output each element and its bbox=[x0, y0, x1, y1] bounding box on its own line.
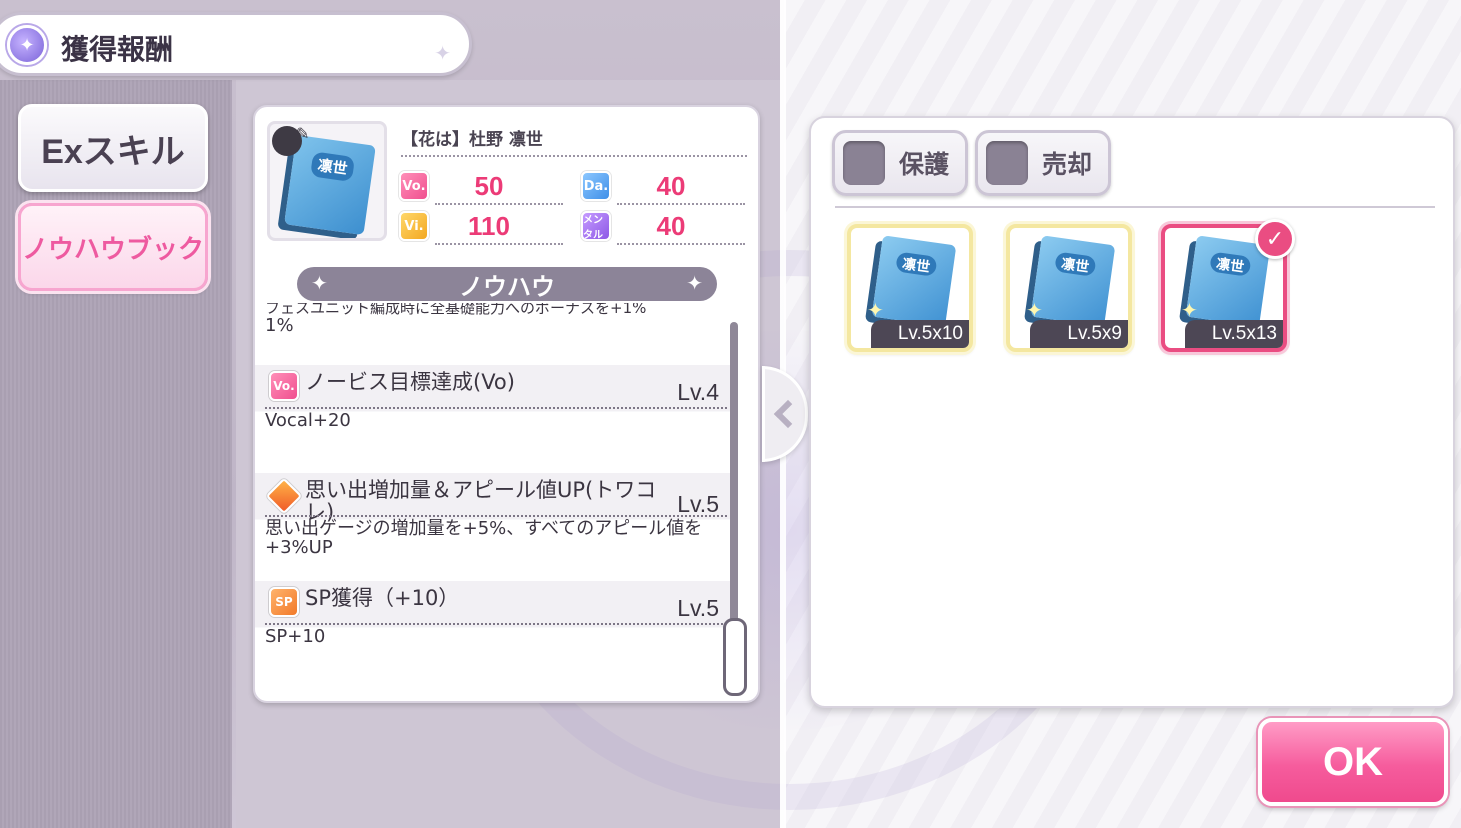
book-thumbnail: 凛世 ✎ bbox=[267, 121, 387, 241]
tab-knowhow-book[interactable]: ノウハウブック bbox=[18, 203, 208, 291]
book-cover-text: 凛世 bbox=[895, 251, 938, 277]
reward-icon: ✦ bbox=[7, 25, 47, 65]
pencil-icon[interactable]: ✎ bbox=[296, 124, 309, 143]
book-level: Lv.5x10 bbox=[871, 320, 969, 348]
list-item: Vo. ノービス目標達成(Vo) Lv.4 Vocal+20 bbox=[255, 365, 735, 471]
checkmark-icon: ✓ bbox=[1255, 219, 1295, 259]
chevron-left-icon bbox=[773, 399, 803, 429]
sell-checkbox[interactable] bbox=[986, 141, 1028, 185]
sell-label: 売却 bbox=[1042, 150, 1093, 179]
book-cover-text: 凛世 bbox=[310, 151, 356, 182]
book-selection-panel: 保護 売却 凛世 ✦ Lv.5x10 凛世 ✦ Lv.5x9 凛世 ✦ Lv.5… bbox=[809, 116, 1455, 708]
divider bbox=[265, 515, 727, 517]
header-bar: ✦ 獲得報酬 ✦ bbox=[0, 12, 472, 76]
stat-mental-value: 40 bbox=[656, 210, 686, 241]
stat-vo: Vo. 50 bbox=[399, 169, 549, 203]
divider bbox=[265, 623, 727, 625]
skill-name: SP獲得（+10） bbox=[305, 586, 460, 610]
vo-badge-icon: Vo. bbox=[399, 171, 429, 201]
book-item[interactable]: 凛世 ✦ Lv.5x10 bbox=[847, 224, 973, 352]
sparkle-icon: ✦ bbox=[311, 271, 328, 295]
book-level: Lv.5x13 bbox=[1185, 320, 1283, 348]
book-level: Lv.5x9 bbox=[1030, 320, 1128, 348]
character-name: 【花は】杜野 凛世 bbox=[401, 130, 543, 150]
da-badge-icon: Da. bbox=[581, 171, 611, 201]
book-icon: 凛世 bbox=[871, 235, 957, 327]
knowhow-detail-card: 凛世 ✎ 【花は】杜野 凛世 Vo. 50 Da. 40 Vi. 110 メンタ… bbox=[253, 105, 760, 703]
section-title: ノウハウ bbox=[459, 272, 555, 301]
vi-badge-icon: Vi. bbox=[399, 211, 429, 241]
background-tab-strip bbox=[0, 80, 232, 828]
skill-level: Lv.4 bbox=[677, 379, 719, 405]
skill-level: Lv.5 bbox=[677, 491, 719, 517]
skill-description: SP+10 bbox=[265, 626, 326, 647]
star-icon: ✦ bbox=[1026, 298, 1043, 322]
stat-da: Da. 40 bbox=[581, 169, 731, 203]
stat-da-value: 40 bbox=[656, 170, 686, 201]
diamond-skill-icon bbox=[265, 477, 303, 515]
skill-level: Lv.5 bbox=[677, 595, 719, 621]
divider bbox=[265, 407, 727, 409]
stat-vo-value: 50 bbox=[474, 170, 504, 201]
book-cover-text: 凛世 bbox=[1054, 251, 1097, 277]
page-title: 獲得報酬 bbox=[61, 33, 174, 66]
book-cover-text: 凛世 bbox=[1209, 251, 1252, 277]
ok-button[interactable]: OK bbox=[1258, 718, 1448, 806]
book-icon: 凛世 bbox=[1030, 235, 1116, 327]
stat-vi-value: 110 bbox=[468, 210, 510, 241]
book-item[interactable]: 凛世 ✦ Lv.5x9 bbox=[1006, 224, 1132, 352]
star-icon: ✦ bbox=[867, 298, 884, 322]
sparkle-icon: ✦ bbox=[434, 41, 451, 65]
protect-label: 保護 bbox=[899, 150, 950, 179]
skill-desc-partial-tail: 1% bbox=[265, 315, 294, 336]
sparkle-icon: ✦ bbox=[686, 271, 703, 295]
protect-checkbox[interactable] bbox=[843, 141, 885, 185]
divider bbox=[435, 203, 563, 205]
stat-vi: Vi. 110 bbox=[399, 209, 549, 243]
divider bbox=[435, 243, 563, 245]
divider bbox=[617, 203, 745, 205]
skill-desc-partial: フェスユニット編成時に全基礎能力へのボーナスを+1% bbox=[265, 303, 647, 317]
star-icon: ✦ bbox=[1181, 298, 1198, 322]
skill-description: Vocal+20 bbox=[265, 410, 351, 431]
section-header-knowhow: ✦ ノウハウ ✦ bbox=[297, 267, 717, 301]
stat-mental: メンタル 40 bbox=[581, 209, 731, 243]
scrollbar-thumb[interactable] bbox=[723, 618, 747, 696]
skill-name: ノービス目標達成(Vo) bbox=[305, 370, 515, 394]
sp-badge-icon: SP bbox=[269, 587, 299, 617]
scrollbar-track[interactable] bbox=[730, 322, 738, 622]
skill-description: 思い出ゲージの増加量を+5%、すべてのアピール値を+3%UP bbox=[265, 518, 703, 558]
protect-toggle[interactable]: 保護 bbox=[832, 130, 968, 196]
mental-badge-icon: メンタル bbox=[581, 211, 611, 241]
divider bbox=[617, 243, 745, 245]
sell-toggle[interactable]: 売却 bbox=[975, 130, 1111, 196]
divider bbox=[401, 155, 747, 157]
vo-badge-icon: Vo. bbox=[269, 371, 299, 401]
tab-ex-skill[interactable]: Exスキル bbox=[18, 104, 208, 192]
list-item: SP SP獲得（+10） Lv.5 SP+10 bbox=[255, 581, 735, 687]
divider bbox=[835, 206, 1435, 208]
skill-list[interactable]: フェスユニット編成時に全基礎能力へのボーナスを+1% 1% Vo. ノービス目標… bbox=[255, 303, 735, 701]
list-item: 思い出増加量＆アピール値UP(トワコレ) Lv.5 思い出ゲージの増加量を+5%… bbox=[255, 473, 735, 579]
